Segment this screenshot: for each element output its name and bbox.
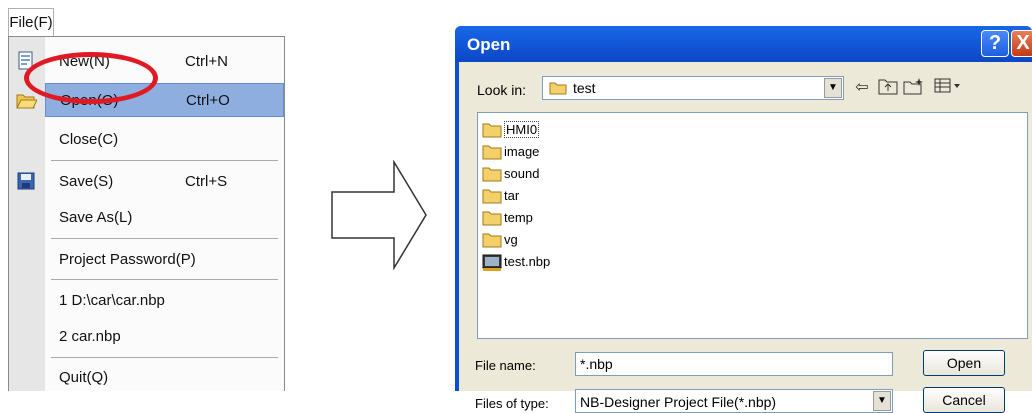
up-folder-icon[interactable]	[877, 77, 899, 99]
menu-separator	[51, 160, 278, 161]
file-name: temp	[504, 210, 533, 225]
file-name: sound	[504, 166, 540, 181]
dialog-titlebar: Open ? X	[455, 26, 1032, 62]
file-name-input[interactable]: *.nbp	[575, 352, 893, 376]
menu-item-shortcut: Ctrl+N	[185, 53, 228, 70]
menu-item-recent-2[interactable]: 2 car.nbp	[45, 320, 284, 354]
menu-item-shortcut: Ctrl+S	[185, 173, 228, 190]
menu-item-label: 1 D:\car\car.nbp	[59, 292, 165, 309]
project-file-icon	[482, 254, 502, 271]
close-button[interactable]: X	[1011, 30, 1032, 57]
cancel-button-label: Cancel	[942, 392, 986, 408]
menu-item-label: Quit(Q)	[59, 369, 109, 386]
files-of-type-select[interactable]: NB-Designer Project File(*.nbp) ▼	[575, 389, 893, 413]
help-button[interactable]: ?	[981, 30, 1009, 57]
open-button-label: Open	[946, 355, 982, 371]
help-button-label: ?	[988, 32, 1002, 54]
file-list[interactable]: HMI0 image sound tar temp vg test.nbp	[477, 112, 1028, 339]
annotation-circle	[24, 52, 158, 104]
menu-item-quit[interactable]: Quit(Q)	[45, 361, 284, 395]
back-icon[interactable]: ⇦	[851, 77, 873, 99]
folder-icon	[549, 82, 567, 95]
open-folder-icon	[16, 94, 37, 109]
files-of-type-value: NB-Designer Project File(*.nbp)	[580, 394, 777, 410]
dialog-title: Open	[467, 35, 511, 54]
folder-icon	[482, 211, 502, 226]
look-in-label: Look in:	[477, 82, 527, 98]
menu-item-save[interactable]: Save(S) Ctrl+S	[17, 165, 284, 199]
file-menu-tab[interactable]: File(F)	[8, 8, 54, 37]
folder-icon	[482, 145, 502, 160]
open-dialog: Open ? X Look in: test ▼ ⇦ HMI0 image so…	[455, 26, 1032, 413]
folder-icon	[482, 233, 502, 248]
menu-item-label: Save As(L)	[59, 209, 133, 226]
look-in-select[interactable]: test ▼	[542, 76, 844, 100]
menu-item-label: Project Password(P)	[59, 251, 196, 268]
look-in-value: test	[573, 80, 596, 96]
folder-icon	[482, 123, 502, 138]
menu-item-label: Save(S)	[59, 173, 114, 190]
menu-item-save-as[interactable]: Save As(L)	[45, 201, 284, 235]
save-icon	[17, 172, 35, 190]
menu-item-shortcut: Ctrl+O	[186, 92, 230, 109]
open-button[interactable]: Open	[923, 350, 1005, 376]
menu-separator	[51, 357, 278, 358]
file-name: test.nbp	[504, 254, 551, 269]
menu-separator	[51, 238, 278, 239]
menu-item-label: 2 car.nbp	[59, 328, 121, 345]
menu-item-recent-1[interactable]: 1 D:\car\car.nbp	[45, 284, 284, 318]
menu-item-close[interactable]: Close(C)	[45, 123, 284, 157]
file-menu-tab-label: File(F)	[9, 14, 53, 31]
file-name-label: File name:	[475, 358, 536, 373]
close-button-label: X	[1016, 32, 1030, 54]
file-name: vg	[504, 232, 518, 247]
menu-separator	[51, 279, 278, 280]
dialog-body: Look in: test ▼ ⇦ HMI0 image sound tar t…	[459, 62, 1032, 413]
file-name: tar	[504, 188, 520, 203]
chevron-down-icon[interactable]: ▼	[824, 78, 842, 98]
folder-icon	[482, 189, 502, 204]
folder-icon	[482, 167, 502, 182]
menu-item-project-password[interactable]: Project Password(P)	[45, 243, 284, 277]
file-name: image	[504, 144, 540, 159]
new-folder-icon[interactable]	[903, 77, 925, 99]
chevron-down-icon[interactable]: ▼	[873, 391, 891, 411]
menu-item-label: Close(C)	[59, 131, 119, 148]
right-arrow-icon	[331, 160, 427, 270]
files-of-type-label: Files of type:	[475, 396, 549, 411]
file-name-value: *.nbp	[580, 356, 613, 372]
file-name: HMI0	[504, 121, 540, 138]
view-menu-icon[interactable]	[933, 77, 963, 99]
